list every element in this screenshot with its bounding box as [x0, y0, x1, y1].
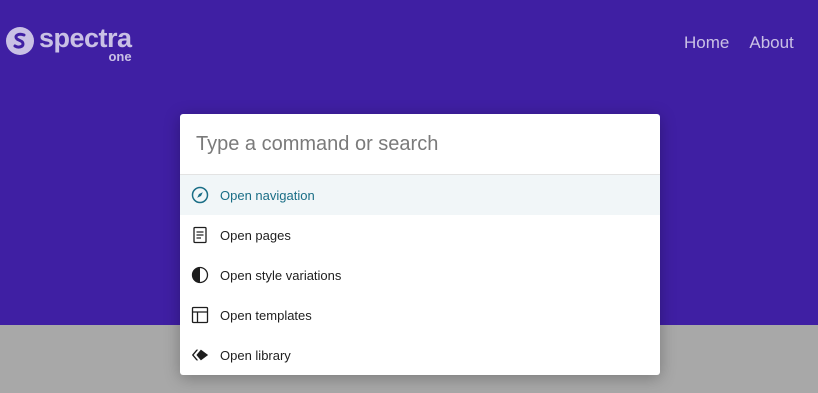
compass-icon — [191, 186, 209, 204]
logo-mark-icon — [6, 27, 34, 55]
page-icon — [191, 226, 209, 244]
command-search-input[interactable] — [180, 114, 660, 174]
command-item-label: Open library — [220, 347, 291, 363]
command-search-row — [180, 114, 660, 175]
command-item-label: Open style variations — [220, 267, 342, 283]
command-item-open-library[interactable]: Open library — [180, 335, 660, 375]
command-palette: Open navigation Open pages Open style va… — [180, 114, 660, 375]
command-item-open-templates[interactable]: Open templates — [180, 295, 660, 335]
diamond-icon — [191, 346, 209, 364]
logo-wordmark: spectra — [39, 23, 132, 53]
half-circle-icon — [191, 266, 209, 284]
logo-subtext: one — [108, 49, 132, 64]
command-item-label: Open navigation — [220, 187, 315, 203]
nav-link-about[interactable]: About — [749, 33, 793, 53]
command-item-open-style-variations[interactable]: Open style variations — [180, 255, 660, 295]
command-item-label: Open templates — [220, 307, 312, 323]
nav-link-home[interactable]: Home — [684, 33, 729, 53]
layout-icon — [191, 306, 209, 324]
main-nav: Home About — [684, 33, 794, 53]
command-item-open-pages[interactable]: Open pages — [180, 215, 660, 255]
site-logo[interactable]: spectra one — [6, 25, 132, 63]
command-item-open-navigation[interactable]: Open navigation — [180, 175, 660, 215]
command-item-label: Open pages — [220, 227, 291, 243]
